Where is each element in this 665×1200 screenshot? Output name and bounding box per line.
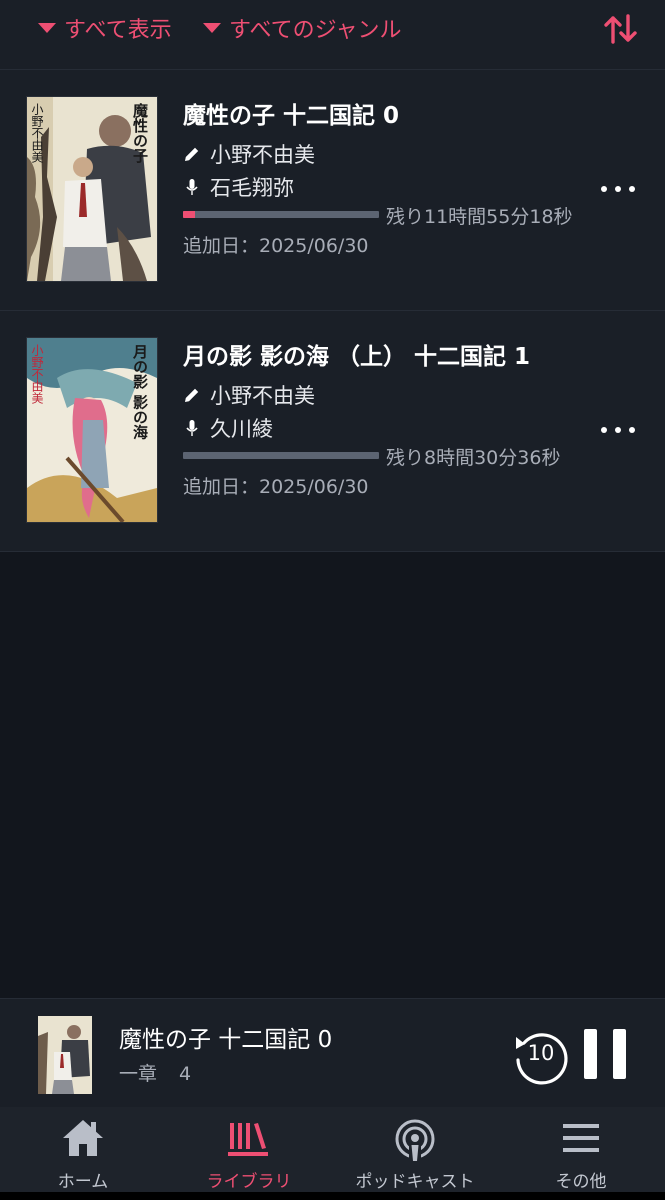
- narrator-name: 久川綾: [210, 417, 273, 441]
- book-cover: 魔性の子 小野不由美: [27, 97, 157, 281]
- dot-icon: [615, 186, 621, 192]
- narrator-line: 石毛翔弥: [183, 172, 294, 202]
- narrator-line: 久川綾: [183, 413, 273, 443]
- pause-bar-icon: [584, 1029, 597, 1079]
- chapter-number: 4: [179, 1063, 192, 1085]
- book-list: 魔性の子 小野不由美 魔性の子 十二国記 0 小野不由美 石毛翔弥 残り11時間…: [0, 70, 665, 552]
- pause-button[interactable]: [584, 1029, 626, 1079]
- author-line: 小野不由美: [183, 139, 315, 169]
- book-title: 魔性の子 十二国記 0: [183, 103, 400, 129]
- genre-filter-label: すべてのジャンル: [229, 18, 402, 43]
- nav-podcast[interactable]: ポッドキャスト: [332, 1107, 498, 1200]
- nav-podcast-label: ポッドキャスト: [355, 1172, 475, 1192]
- replay-seconds: 10: [527, 1041, 555, 1065]
- dot-icon: [615, 427, 621, 433]
- replay-10-button[interactable]: 10: [512, 1027, 570, 1085]
- chapter-label: 一章: [119, 1063, 158, 1085]
- sort-button[interactable]: [603, 10, 639, 48]
- show-filter-dropdown[interactable]: すべて表示: [38, 12, 172, 44]
- cover-author-text: 小野不由美: [30, 103, 44, 163]
- show-filter-label: すべて表示: [64, 18, 172, 43]
- bottom-navigation: ホーム ライブラリ ポッドキャスト その他: [0, 1107, 665, 1200]
- book-title: 月の影 影の海 （上） 十二国記 1: [183, 344, 531, 370]
- remaining-time: 残り8時間30分36秒: [386, 447, 561, 469]
- mini-player-chapter: 一章 4: [119, 1059, 191, 1086]
- cover-title-text: 魔性の子: [131, 103, 149, 163]
- book-cover: 月の影 影の海 小野不由美: [27, 338, 157, 522]
- filter-bar: すべて表示 すべてのジャンル: [0, 0, 665, 70]
- podcast-icon: [395, 1119, 435, 1162]
- dot-icon: [629, 186, 635, 192]
- progress-bar: [183, 452, 379, 459]
- added-date: 追加日：2025/06/30: [183, 235, 369, 257]
- genre-filter-dropdown[interactable]: すべてのジャンル: [203, 12, 401, 44]
- dot-icon: [601, 427, 607, 433]
- cover-author-text: 小野不由美: [30, 344, 44, 404]
- microphone-icon: [186, 420, 198, 436]
- author-name: 小野不由美: [210, 384, 315, 408]
- added-date: 追加日：2025/06/30: [183, 476, 369, 498]
- remaining-time: 残り11時間55分18秒: [386, 206, 573, 228]
- book-row[interactable]: 月の影 影の海 小野不由美 月の影 影の海 （上） 十二国記 1 小野不由美 久…: [0, 311, 665, 552]
- dot-icon: [601, 186, 607, 192]
- book-row[interactable]: 魔性の子 小野不由美 魔性の子 十二国記 0 小野不由美 石毛翔弥 残り11時間…: [0, 70, 665, 311]
- author-line: 小野不由美: [183, 380, 315, 410]
- progress-bar: [183, 211, 379, 218]
- nav-library[interactable]: ライブラリ: [166, 1107, 332, 1200]
- system-bottom-bar: [0, 1192, 665, 1200]
- mini-player-title: 魔性の子 十二国記 0: [119, 1027, 333, 1053]
- library-icon: [228, 1123, 268, 1156]
- mini-player[interactable]: 魔性の子 十二国記 0 一章 4 10: [0, 998, 665, 1107]
- nav-home-label: ホーム: [57, 1172, 109, 1192]
- more-options-button[interactable]: [601, 179, 635, 199]
- mini-player-cover: [38, 1016, 92, 1094]
- dropdown-triangle-icon: [38, 23, 56, 33]
- pencil-icon: [185, 147, 199, 161]
- sort-arrows-icon: [604, 14, 637, 44]
- progress-fill: [183, 211, 195, 218]
- nav-more[interactable]: その他: [498, 1107, 664, 1200]
- nav-library-label: ライブラリ: [206, 1172, 292, 1192]
- home-icon: [63, 1120, 103, 1156]
- menu-icon: [563, 1124, 599, 1152]
- narrator-name: 石毛翔弥: [210, 176, 294, 200]
- microphone-icon: [186, 179, 198, 195]
- dot-icon: [629, 427, 635, 433]
- more-options-button[interactable]: [601, 420, 635, 440]
- author-name: 小野不由美: [210, 143, 315, 167]
- nav-more-label: その他: [555, 1172, 607, 1192]
- dropdown-triangle-icon: [203, 23, 221, 33]
- nav-home[interactable]: ホーム: [0, 1107, 166, 1200]
- pencil-icon: [185, 388, 199, 402]
- pause-bar-icon: [613, 1029, 626, 1079]
- cover-title-text: 月の影 影の海: [131, 344, 149, 440]
